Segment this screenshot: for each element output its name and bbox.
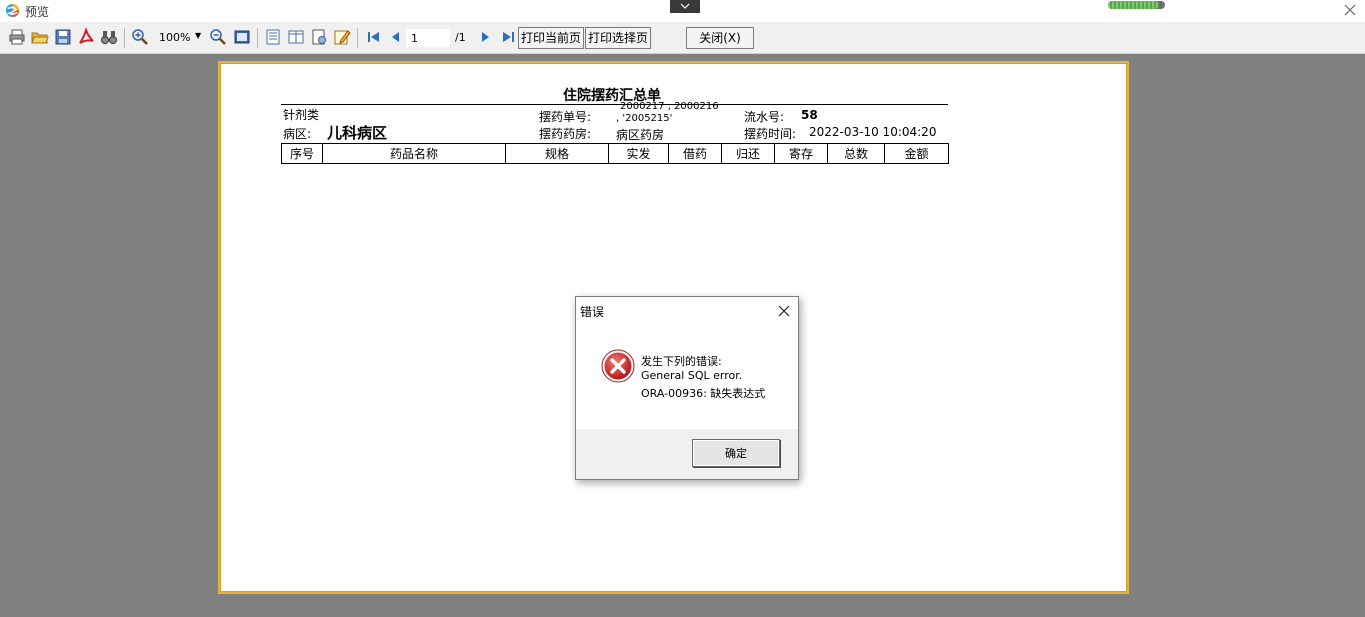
column-header: 规格 [505, 143, 609, 164]
column-header: 借药 [668, 143, 722, 164]
dialog-footer: 确定 [576, 429, 798, 479]
multi-page-icon[interactable] [287, 28, 305, 46]
dispense-no-line2: , '2005215' [616, 113, 673, 124]
close-icon[interactable] [778, 305, 790, 317]
toolbar-separator [257, 28, 258, 48]
collapse-toolbar-button[interactable] [670, 0, 700, 13]
pharmacy-label: 摆药药房: [539, 127, 592, 141]
toolbar: 100% ▼ /1 打印当前页 打印选择页 关闭(X [0, 22, 1365, 54]
column-header: 寄存 [774, 143, 828, 164]
progress-fill [1108, 1, 1160, 9]
serial-label: 流水号: [744, 110, 785, 124]
column-header: 药品名称 [322, 143, 506, 164]
error-message-line: General SQL error. [641, 369, 743, 382]
page-setup-icon[interactable] [310, 28, 328, 46]
last-page-icon[interactable] [499, 28, 517, 46]
error-icon [601, 349, 635, 383]
single-page-icon[interactable] [264, 28, 282, 46]
next-page-icon[interactable] [476, 28, 494, 46]
page-number-input[interactable] [406, 29, 450, 47]
open-folder-icon[interactable] [31, 28, 49, 46]
column-header: 总数 [827, 143, 885, 164]
report-table-header: 序号 药品名称 规格 实发 借药 归还 寄存 总数 金额 [281, 143, 949, 164]
previous-page-icon[interactable] [387, 28, 405, 46]
ward-value: 儿科病区 [327, 124, 388, 142]
first-page-icon[interactable] [365, 28, 383, 46]
ward-label: 病区: [283, 127, 312, 141]
print-icon[interactable] [8, 28, 26, 46]
column-header: 金额 [884, 143, 949, 164]
zoom-dropdown-arrow-icon[interactable]: ▼ [195, 31, 201, 40]
column-header: 序号 [281, 143, 323, 164]
dispense-time-label: 摆药时间: [744, 127, 797, 141]
column-header: 归还 [721, 143, 775, 164]
toolbar-separator [124, 28, 125, 48]
error-dialog: 错误 发生下列的错误: General SQL error. ORA-00936… [575, 296, 799, 480]
serial-value: 58 [801, 108, 818, 122]
zoom-out-icon[interactable] [209, 28, 227, 46]
error-message-line: ORA-00936: 缺失表达式 [641, 387, 766, 400]
ok-button[interactable]: 确定 [692, 439, 780, 467]
report-title-rule [281, 104, 948, 105]
dispense-no-line1: 2000217 , 2000216 [620, 101, 719, 112]
edit-report-icon[interactable] [333, 28, 351, 46]
dialog-title: 错误 [580, 305, 605, 319]
close-window-icon[interactable] [1342, 2, 1358, 18]
dispense-time-value: 2022-03-10 10:04:20 [809, 125, 937, 139]
close-preview-button[interactable]: 关闭(X) [686, 27, 754, 49]
dispense-no-label: 摆药单号: [539, 110, 592, 124]
print-current-page-button[interactable]: 打印当前页 [518, 27, 584, 49]
drug-category: 针剂类 [283, 108, 320, 122]
zoom-in-icon[interactable] [131, 28, 149, 46]
title-bar: 预览 [0, 0, 1365, 22]
pharmacy-value: 病区药房 [616, 128, 665, 142]
print-selected-pages-button[interactable]: 打印选择页 [585, 27, 651, 49]
page-total: /1 [455, 31, 466, 44]
find-binoculars-icon[interactable] [100, 28, 118, 46]
error-message-line: 发生下列的错误: [641, 355, 722, 368]
window-title: 预览 [25, 5, 50, 19]
column-header: 实发 [608, 143, 669, 164]
fit-page-icon[interactable] [233, 28, 251, 46]
toolbar-separator [357, 28, 358, 48]
pdf-export-icon[interactable] [77, 28, 95, 46]
zoom-level[interactable]: 100% [159, 31, 190, 44]
app-logo-icon [5, 3, 20, 18]
save-icon[interactable] [54, 28, 72, 46]
chevron-down-icon [680, 3, 690, 9]
progress-indicator [1108, 1, 1165, 9]
table-header-row: 序号 药品名称 规格 实发 借药 归还 寄存 总数 金额 [281, 143, 949, 164]
